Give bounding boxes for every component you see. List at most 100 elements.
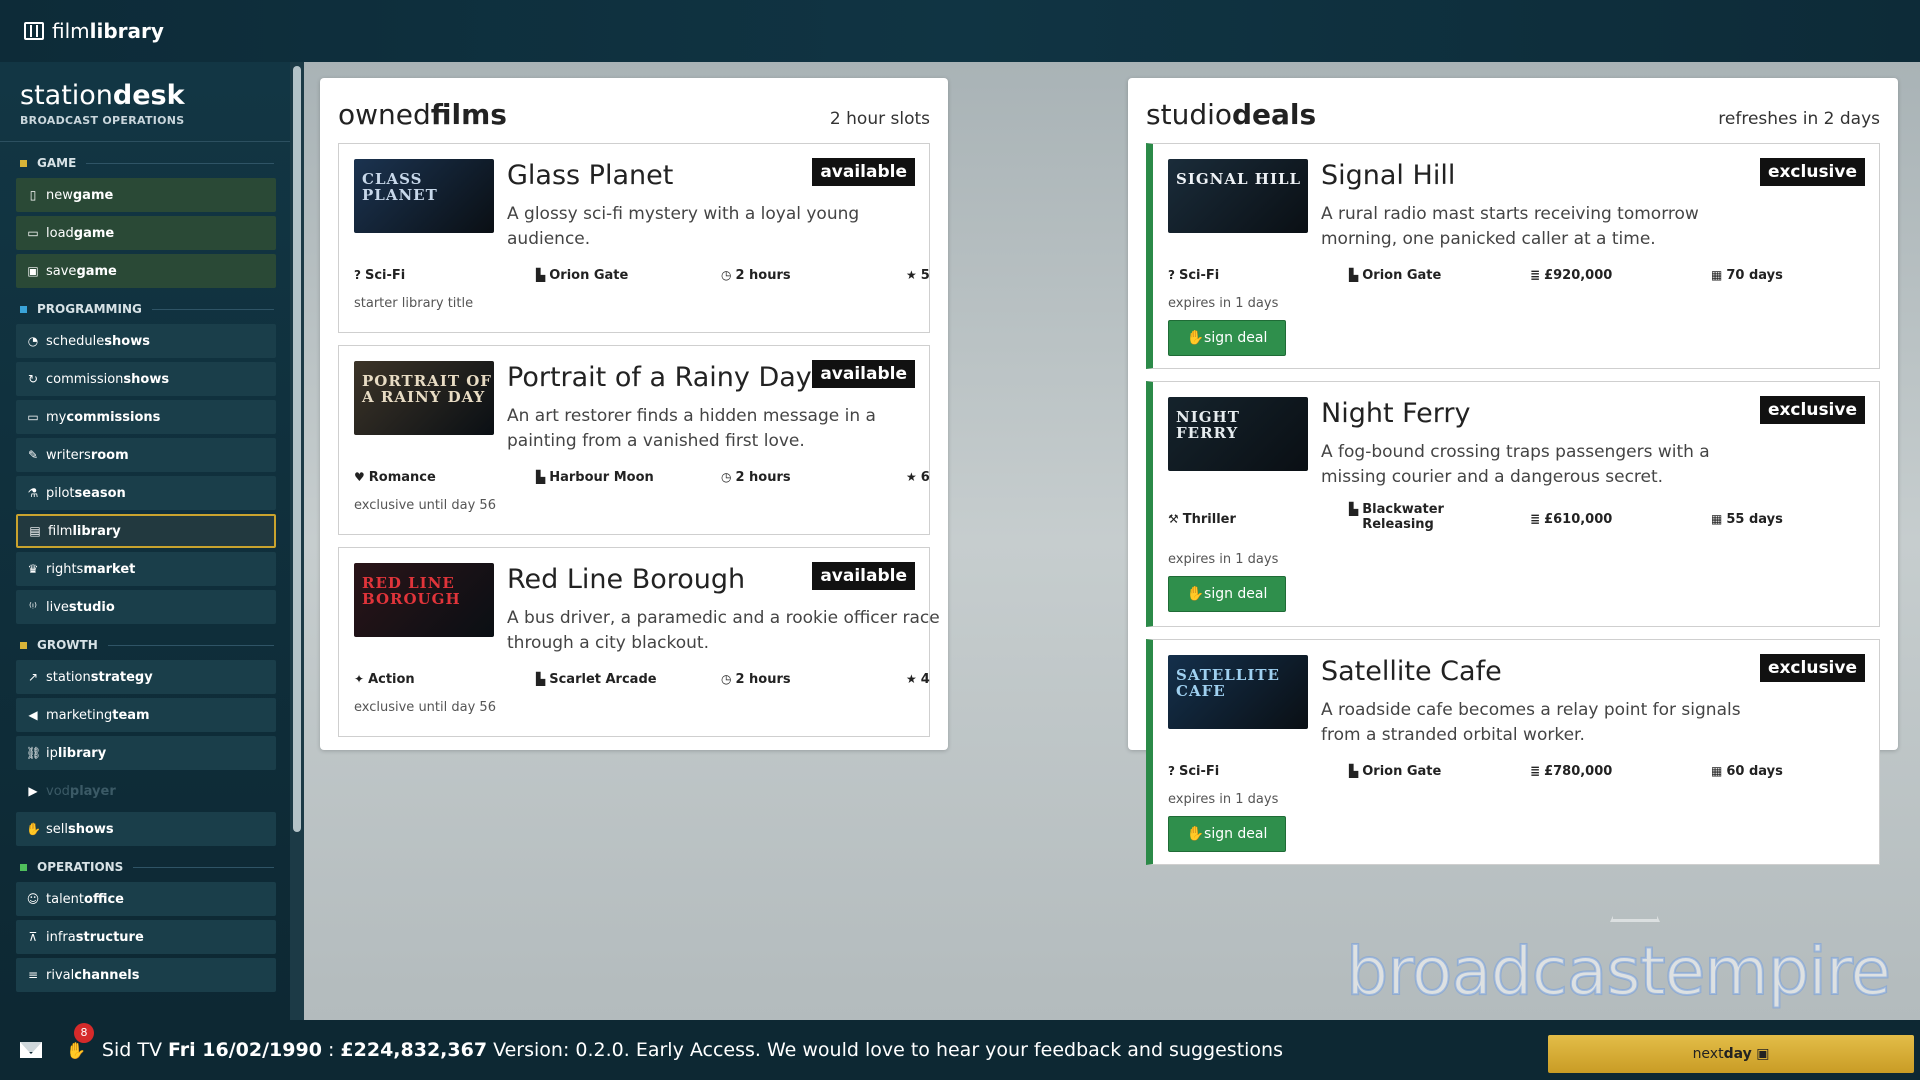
- section-title-label: OPERATIONS: [37, 860, 124, 874]
- film-title: Red Line Borough: [507, 564, 746, 595]
- sidebar-item-writersroom[interactable]: ✎ writers room: [16, 438, 276, 472]
- availability-badge: available: [812, 360, 915, 388]
- poster-image: SIGNAL HILL: [1168, 159, 1308, 233]
- network-icon: ⛓: [26, 746, 42, 760]
- duration: ◷ 2 hours: [721, 672, 791, 687]
- sidebar-sections: GAME ▯ new game ▭ load game ▣ save game PROGRAMMIN…: [0, 152, 290, 992]
- availability-badge: available: [812, 562, 915, 590]
- price-value: £610,000: [1544, 512, 1613, 527]
- handshake-icon: ✋: [1186, 586, 1205, 602]
- sidebar-section: PROGRAMMING ◔ schedule shows ↻ commission show…: [0, 298, 290, 624]
- sidebar-item-prefix: save: [46, 263, 77, 279]
- exclusive-badge: exclusive: [1759, 158, 1865, 186]
- sidebar-scrollbar[interactable]: [290, 62, 304, 1020]
- sidebar-item-infrastructure[interactable]: ⊼ infra structure: [16, 920, 276, 954]
- building-icon: ▙: [1349, 764, 1359, 778]
- sidebar-item-prefix: infra: [46, 929, 76, 945]
- mail-icon[interactable]: [20, 1042, 42, 1058]
- sidebar-item-bold: office: [84, 891, 124, 907]
- duration: ◷ 2 hours: [721, 470, 791, 485]
- sidebar-item-sellshows[interactable]: ✋ sell shows: [16, 812, 276, 846]
- film-card[interactable]: PORTRAIT OF A RAINY DAY Portrait of a Rai…: [338, 345, 930, 535]
- sign-deal-button[interactable]: ✋ sign deal: [1168, 816, 1286, 852]
- sidebar-item-iplibrary[interactable]: ⛓ ip library: [16, 736, 276, 770]
- sign-deal-button[interactable]: ✋ sign deal: [1168, 576, 1286, 612]
- deal-card[interactable]: SATELLITE CAFE Satellite Cafe A roadside c…: [1146, 639, 1880, 865]
- sidebar-item-livestudio[interactable]: ⁽ᵎ⁾ live studio: [16, 590, 276, 624]
- calendar-icon: ▦: [1711, 512, 1723, 526]
- section-marker: [20, 305, 27, 313]
- money-icon: ≣: [1530, 268, 1541, 282]
- pen-icon: ✎: [27, 448, 39, 462]
- sidebar-item-bold: channels: [74, 967, 140, 983]
- sidebar-item-savegame[interactable]: ▣ save game: [16, 254, 276, 288]
- section-title-label: GAME: [37, 156, 77, 170]
- deal-expiry: expires in 1 days: [1168, 296, 1279, 311]
- film-card[interactable]: RED LINE BOROUGH Red Line Borough A bus dr…: [338, 547, 940, 737]
- sidebar-item-talentoffice[interactable]: ☺ talent office: [16, 882, 276, 916]
- heart-circle-icon: ♥: [354, 470, 365, 484]
- price: ≣ £920,000: [1530, 268, 1612, 283]
- owned-films-list: CLASS PLANET Glass Planet A glossy sci-fi …: [320, 143, 948, 737]
- studio-value: Orion Gate: [1362, 764, 1442, 779]
- section-marker: [20, 863, 27, 871]
- term: ▦ 55 days: [1711, 512, 1783, 527]
- main-area: broadcastempire ownedfilms 2 hour slots …: [304, 62, 1920, 1020]
- sidebar-item-newgame[interactable]: ▯ new game: [16, 178, 276, 212]
- term: ▦ 70 days: [1711, 268, 1783, 283]
- deal-count-badge: 8: [74, 1022, 94, 1043]
- next-day-button[interactable]: next day ▣: [1548, 1035, 1914, 1073]
- sidebar-item-bold: player: [69, 783, 116, 799]
- scrollbar-thumb[interactable]: [293, 66, 301, 832]
- tower-logo-icon: [1610, 870, 1660, 922]
- sidebar-item-loadgame[interactable]: ▭ load game: [16, 216, 276, 250]
- deals-title-prefix: studio: [1146, 98, 1232, 131]
- price-value: £780,000: [1544, 764, 1613, 779]
- sidebar-item-bold: game: [72, 187, 114, 203]
- sidebar-item-marketingteam[interactable]: ◀ marketing team: [16, 698, 276, 732]
- poster-image: RED LINE BOROUGH: [354, 563, 494, 637]
- exclusive-badge: exclusive: [1759, 654, 1865, 682]
- sidebar-section-title: GROWTH: [0, 634, 290, 656]
- film-note: exclusive until day 56: [354, 498, 496, 513]
- watermark-logo: broadcastempire: [1345, 932, 1892, 1011]
- film-description: A bus driver, a paramedic and a rookie o…: [507, 608, 940, 653]
- sidebar-item-bold: shows: [104, 333, 150, 349]
- film-card[interactable]: CLASS PLANET Glass Planet A glossy sci-fi …: [338, 143, 930, 333]
- sidebar-item-rightsmarket[interactable]: ♛ rights market: [16, 552, 276, 586]
- footer-bar: ✋ 8 Sid TV Fri 16/02/1990 : £224,832,367…: [0, 1020, 1920, 1080]
- film-note: exclusive until day 56: [354, 700, 496, 715]
- sidebar-item-commissionshows[interactable]: ↻ commission shows: [16, 362, 276, 396]
- genre-value: Romance: [368, 470, 436, 485]
- sidebar-item-bold: room: [90, 447, 129, 463]
- sidebar-item-filmlibrary[interactable]: ▤ film library: [16, 514, 276, 548]
- next-bold: day: [1723, 1046, 1752, 1062]
- deal-card[interactable]: SIGNAL HILL Signal Hill A rural radio mast…: [1146, 143, 1880, 369]
- handshake-icon: ✋: [1186, 826, 1205, 842]
- sidebar-item-rivalchannels[interactable]: ≡ rival channels: [16, 958, 276, 992]
- poster-title: SATELLITE CAFE: [1176, 666, 1280, 700]
- genre: ✦ Action: [354, 672, 415, 687]
- section-title-label: PROGRAMMING: [37, 302, 142, 316]
- sign-deal-label: sign deal: [1204, 826, 1268, 842]
- deal-card[interactable]: NIGHT FERRY Night Ferry A fog-bound crossi…: [1146, 381, 1880, 627]
- deals-handshake-icon[interactable]: ✋ 8: [66, 1022, 94, 1060]
- slot-length: 2 hour slots: [829, 109, 930, 129]
- sidebar-item-bold: shows: [123, 371, 170, 387]
- sidebar-item-prefix: rights: [46, 561, 84, 577]
- sidebar-item-pilotseason[interactable]: ⚗ pilot season: [16, 476, 276, 510]
- poster-image: NIGHT FERRY: [1168, 397, 1308, 471]
- brand-bold: library: [89, 19, 164, 43]
- running-icon: ✦: [354, 672, 365, 686]
- sidebar-item-vodplayer: ▶ vod player: [16, 774, 276, 808]
- sidebar-item-bold: library: [57, 745, 107, 761]
- section-divider: [86, 162, 274, 164]
- sidebar-item-stationstrategy[interactable]: ↗ station strategy: [16, 660, 276, 694]
- studio: ▙ Blackwater Releasing: [1349, 502, 1459, 532]
- rating: ★ 6: [906, 470, 930, 485]
- sidebar-section: GROWTH ↗ station strategy ◀ marketing team ⛓ ip l…: [0, 634, 290, 846]
- genre-value: Sci-Fi: [1178, 764, 1220, 779]
- sidebar-item-mycommissions[interactable]: ▭ my commissions: [16, 400, 276, 434]
- sidebar-item-scheduleshows[interactable]: ◔ schedule shows: [16, 324, 276, 358]
- sign-deal-button[interactable]: ✋ sign deal: [1168, 320, 1286, 356]
